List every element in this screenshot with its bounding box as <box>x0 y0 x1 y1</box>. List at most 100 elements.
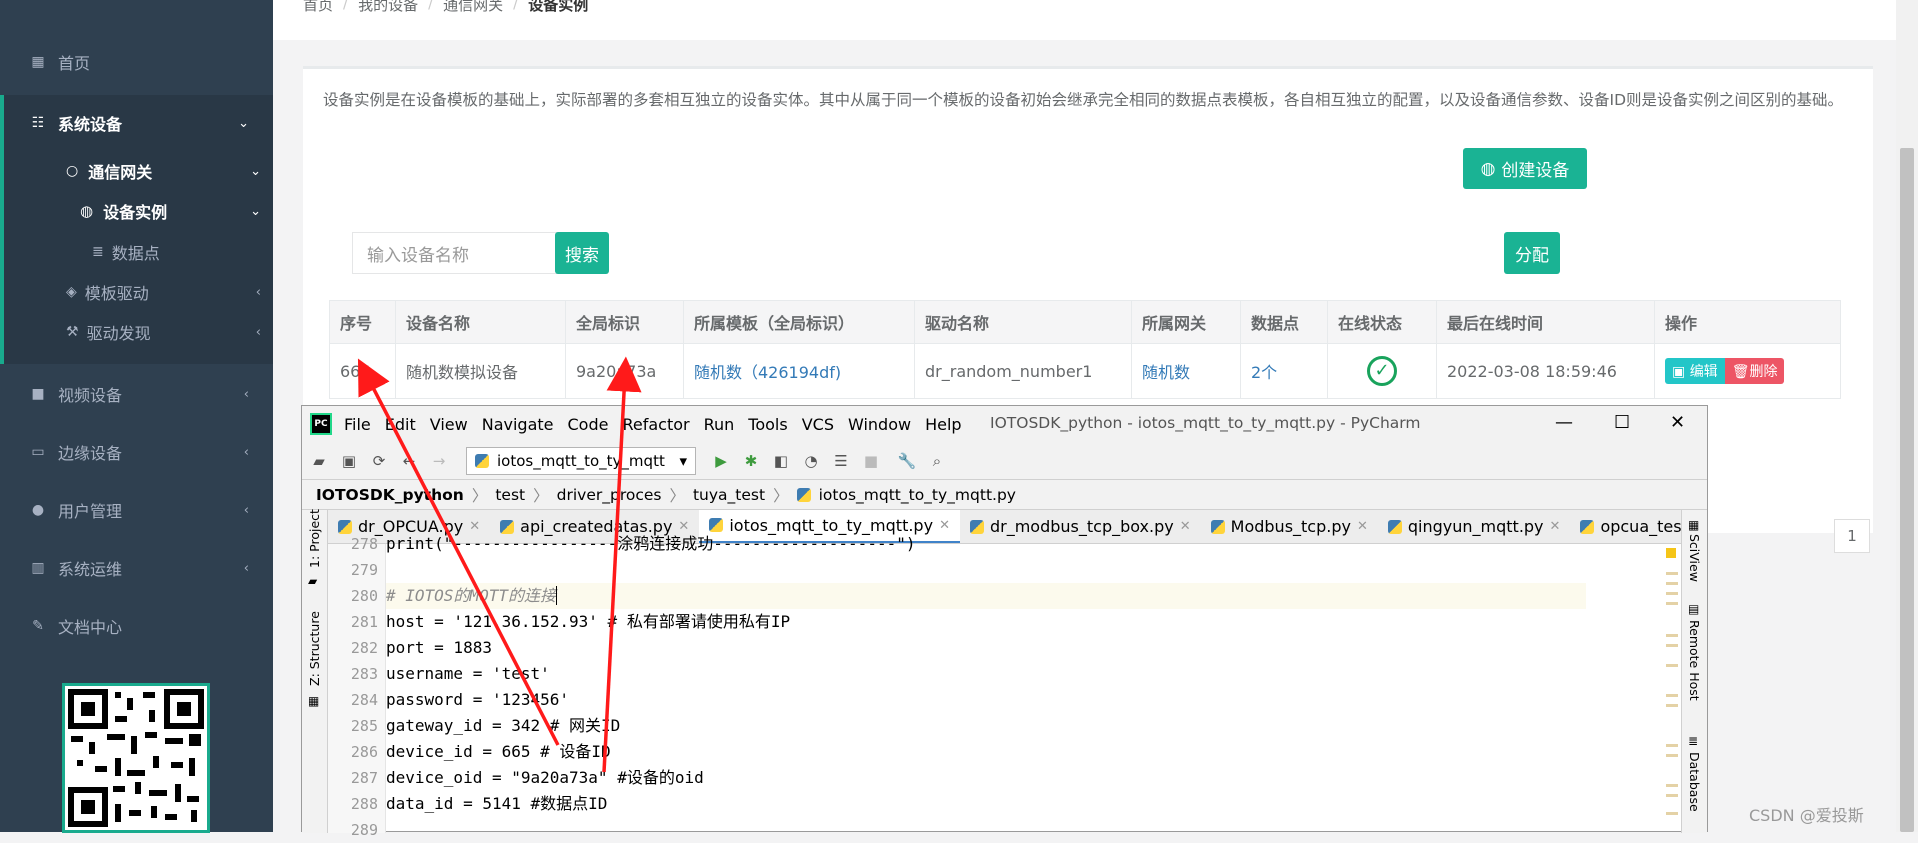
nav-folder[interactable]: tuya_test <box>693 486 765 504</box>
database-tool-window-button[interactable]: Database <box>1687 752 1702 812</box>
assign-button[interactable]: 分配 <box>1504 232 1560 274</box>
col-header: 所属网关 <box>1131 300 1241 344</box>
menu-window[interactable]: Window <box>848 415 911 434</box>
sciview-tool-window-button[interactable]: SciView <box>1687 534 1702 582</box>
stripe-mark <box>1666 602 1678 605</box>
warning-marker-icon <box>1666 548 1676 558</box>
sciview-icon: ▦ <box>1688 518 1700 532</box>
maximize-icon[interactable]: ☐ <box>1614 412 1630 433</box>
stripe-mark <box>1666 704 1678 707</box>
sidebar-item-system-devices[interactable]: ☷ 系统设备 ⌄ <box>0 95 273 151</box>
wrench-icon[interactable]: 🔧 <box>894 452 920 470</box>
nav-folder[interactable]: driver_proces <box>557 486 662 504</box>
sidebar-item-user-management[interactable]: ● 用户管理 ‹ <box>0 484 273 536</box>
menu-run[interactable]: Run <box>704 415 735 434</box>
line-number: 279 <box>350 561 378 579</box>
col-header: 设备名称 <box>395 300 566 344</box>
breadcrumb-my-devices[interactable]: 我的设备 <box>358 0 418 15</box>
sidebar-item-video-devices[interactable]: ■ 视频设备 ‹ <box>0 368 273 420</box>
delete-button[interactable]: 🗑删除 <box>1724 358 1785 384</box>
left-tool-strip: 1: Project ▰ Z: Structure ▦ <box>302 509 328 833</box>
stripe-mark <box>1666 694 1678 697</box>
sidebar-item-system-ops[interactable]: ▥ 系统运维 ‹ <box>0 542 273 594</box>
device-table: 序号 设备名称 全局标识 所属模板（全局标识） 驱动名称 所属网关 数据点 在线… <box>329 300 1841 399</box>
sidebar-item-template-driver[interactable]: ◈ 模板驱动 ‹ <box>0 272 273 312</box>
menu-view[interactable]: View <box>430 415 468 434</box>
nav-separator: 〉 <box>669 486 685 505</box>
code-line-current: 280 # IOTOS的MQTT的连接​ <box>351 583 1586 609</box>
chevron-left-icon: ‹ <box>255 284 261 300</box>
code-line: 278 print("-----------------涂鸦连接成功-------… <box>351 531 1586 557</box>
datapoints-link[interactable]: 2个 <box>1251 363 1277 382</box>
code-line: 288 data_id = 5141 #数据点ID <box>351 791 1586 817</box>
code-line: 279 <box>351 557 1586 583</box>
profile-icon[interactable]: ◔ <box>798 452 824 470</box>
chevron-down-icon: ⌄ <box>238 115 249 131</box>
gateway-link[interactable]: 随机数 <box>1142 363 1190 382</box>
debug-icon[interactable]: ✱ <box>738 452 764 470</box>
close-icon[interactable]: ✕ <box>1670 412 1685 433</box>
tab-opcua-test[interactable]: opcua_tes <box>1570 510 1683 543</box>
open-folder-icon[interactable]: ▰ <box>306 452 332 470</box>
nav-file[interactable]: iotos_mqtt_to_ty_mqtt.py <box>819 486 1016 504</box>
edit-button[interactable]: ▣ 编辑 <box>1665 358 1725 384</box>
col-header: 数据点 <box>1240 300 1328 344</box>
line-number: 285 <box>350 717 378 735</box>
coverage-icon[interactable]: ◧ <box>768 452 794 470</box>
sidebar-item-label: 驱动发现 <box>86 324 151 343</box>
breadcrumb-gateway[interactable]: 通信网关 <box>443 0 503 15</box>
menu-edit[interactable]: Edit <box>385 415 416 434</box>
search-button[interactable]: 搜索 <box>555 232 609 274</box>
menu-vcs[interactable]: VCS <box>802 415 834 434</box>
stripe-mark <box>1666 572 1678 575</box>
sidebar-item-edge-devices[interactable]: ▭ 边缘设备 ‹ <box>0 426 273 478</box>
concurrency-icon[interactable]: ☰ <box>828 452 854 470</box>
save-icon[interactable]: ▣ <box>336 452 362 470</box>
remote-host-tool-window-button[interactable]: Remote Host <box>1687 620 1702 701</box>
scrollbar-thumb[interactable] <box>1900 148 1914 832</box>
col-header: 所属模板（全局标识） <box>683 300 915 344</box>
template-link[interactable]: 随机数（426194df) <box>694 363 841 382</box>
stripe-mark <box>1666 634 1678 637</box>
code-text: # IOTOS的MQTT的连接 <box>386 586 556 605</box>
menu-file[interactable]: File <box>344 415 371 434</box>
nav-project[interactable]: IOTOSDK_python <box>316 486 464 504</box>
minimize-icon[interactable]: — <box>1555 412 1573 433</box>
sidebar-item-gateway[interactable]: ○ 通信网关 ⌄ <box>0 151 273 191</box>
menu-tools[interactable]: Tools <box>748 415 787 434</box>
run-configuration-select[interactable]: iotos_mqtt_to_ty_mqtt ▾ <box>466 446 696 475</box>
forward-arrow-icon[interactable]: → <box>426 452 452 470</box>
breadcrumb-home[interactable]: 首页 <box>303 0 333 15</box>
sidebar-item-home[interactable]: ▦ 首页 <box>0 36 273 88</box>
create-device-button[interactable]: ◍ 创建设备 <box>1463 148 1587 189</box>
sidebar-item-docs[interactable]: ✎ 文档中心 <box>0 600 273 652</box>
page-scrollbar[interactable] <box>1896 0 1918 832</box>
sync-icon[interactable]: ⟳ <box>366 452 392 470</box>
menu-code[interactable]: Code <box>568 415 609 434</box>
code-editor[interactable]: 278 print("-----------------涂鸦连接成功-------… <box>351 534 1678 839</box>
pagination-page[interactable]: 1 <box>1834 519 1870 553</box>
nav-folder[interactable]: test <box>495 486 525 504</box>
sitemap-icon: ☷ <box>31 115 45 131</box>
stripe-mark <box>1666 644 1678 647</box>
breadcrumb-current: 设备实例 <box>528 0 589 14</box>
sidebar-item-device-instance[interactable]: ◍ 设备实例 ⌄ <box>0 191 273 231</box>
code-text: device_oid = "9a20a73a" #设备的oid <box>386 768 704 787</box>
watermark: CSDN @爱投斯 <box>1749 806 1864 825</box>
sidebar-item-datapoint[interactable]: ≣ 数据点 <box>0 232 273 272</box>
back-arrow-icon[interactable]: ← <box>396 452 422 470</box>
col-header: 在线状态 <box>1327 300 1437 344</box>
sidebar-item-driver-discovery[interactable]: ⚒ 驱动发现 ‹ <box>0 312 273 352</box>
menu-navigate[interactable]: Navigate <box>482 415 554 434</box>
search-icon[interactable]: ⌕ <box>924 452 950 470</box>
edit-label: 编辑 <box>1689 364 1718 380</box>
run-icon[interactable]: ▶ <box>708 452 734 470</box>
structure-tool-window-button[interactable]: Z: Structure <box>307 611 322 686</box>
stripe-mark <box>1666 592 1678 595</box>
project-tool-window-button[interactable]: 1: Project <box>307 509 322 568</box>
menu-refactor[interactable]: Refactor <box>622 415 689 434</box>
python-file-icon <box>475 453 489 468</box>
stop-icon[interactable]: ■ <box>858 452 884 470</box>
navigation-bar: IOTOSDK_python 〉 test 〉 driver_proces 〉 … <box>302 480 1707 510</box>
menu-help[interactable]: Help <box>925 415 961 434</box>
